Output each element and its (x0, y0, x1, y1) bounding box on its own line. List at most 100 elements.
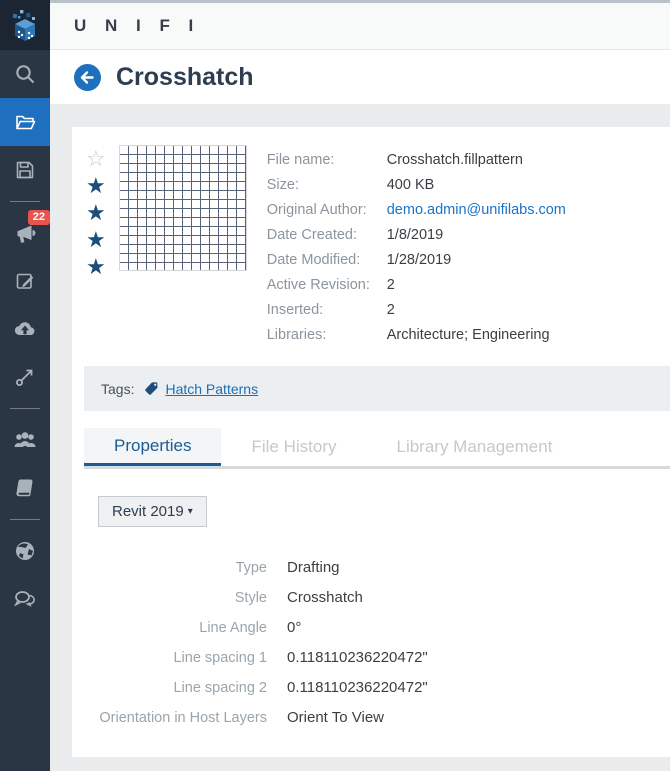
chevron-down-icon: ▾ (187, 506, 193, 517)
file-summary: ☆ ★ ★ ★ ★ File name: Crosshatch.fillpatt… (72, 139, 670, 348)
detail-row: Inserted: 2 (267, 298, 566, 323)
star-icon[interactable]: ★ (86, 226, 106, 253)
detail-label: Date Created: (266, 227, 358, 243)
tab-properties[interactable]: Properties (84, 428, 222, 466)
notification-badge: 22 (27, 210, 50, 225)
property-value: 0.118110236220472" (287, 679, 428, 696)
sidebar-item-cloud-upload[interactable] (0, 305, 50, 353)
unifi-logo[interactable] (0, 0, 50, 50)
sidebar-item-library[interactable] (0, 464, 50, 512)
sidebar-divider (10, 519, 40, 520)
page-title: Crosshatch (116, 62, 254, 91)
fill-pattern-preview (118, 145, 247, 271)
tags-row: Tags: Hatch Patterns (84, 366, 670, 411)
version-selector-row: Revit 2019 ▾ (72, 469, 670, 527)
sidebar-item-share[interactable] (0, 353, 50, 401)
detail-label: Original Author: (266, 202, 367, 218)
detail-row: Libraries: Architecture; Engineering (267, 323, 566, 348)
detail-row: Date Modified: 1/28/2019 (267, 248, 566, 273)
share-link-icon (16, 369, 33, 386)
users-icon (14, 432, 36, 447)
property-label: Type (235, 560, 267, 576)
sidebar-item-users[interactable] (0, 416, 50, 464)
detail-row: File name: Crosshatch.fillpattern (267, 148, 566, 173)
back-arrow-icon (80, 70, 94, 84)
properties-list: Type Drafting Style Crosshatch Line Angl… (72, 553, 670, 733)
sidebar: 22 (0, 0, 50, 771)
rating-stars: ☆ ★ ★ ★ ★ (86, 145, 106, 348)
property-row: Type Drafting (72, 553, 670, 583)
chat-icon (13, 591, 35, 607)
property-value: Orient To View (287, 709, 384, 726)
detail-value: 1/8/2019 (386, 227, 444, 243)
property-label: Line spacing 2 (173, 680, 267, 696)
author-email-link[interactable]: demo.admin@unifilabs.com (387, 198, 566, 223)
sidebar-item-chat[interactable] (0, 575, 50, 623)
detail-value: 1/28/2019 (386, 252, 452, 268)
sidebar-item-save[interactable] (0, 146, 50, 194)
brand-title: U N I F I (74, 16, 201, 35)
star-icon[interactable]: ★ (86, 172, 106, 199)
detail-label: Libraries: (266, 327, 327, 343)
property-value: 0.118110236220472" (287, 649, 428, 666)
book-icon (16, 479, 33, 497)
property-row: Orientation in Host Layers Orient To Vie… (72, 703, 670, 733)
property-label: Line spacing 1 (173, 650, 267, 666)
page-body: ☆ ★ ★ ★ ★ File name: Crosshatch.fillpatt… (50, 104, 670, 771)
detail-value: 400 KB (386, 177, 435, 193)
globe-icon (16, 542, 34, 560)
property-row: Line spacing 1 0.118110236220472" (72, 643, 670, 673)
property-label: Style (234, 590, 267, 606)
revit-version-label: Revit 2019 (112, 503, 184, 520)
star-icon[interactable]: ★ (86, 253, 106, 280)
app-window: 22 U N I F I Crosshatch ☆ ★ ★ ★ ★ File n… (0, 0, 670, 771)
revit-version-dropdown[interactable]: Revit 2019 ▾ (98, 496, 207, 527)
detail-value: 2 (386, 277, 395, 293)
detail-label: Inserted: (266, 302, 324, 318)
star-icon[interactable]: ★ (86, 199, 106, 226)
sidebar-divider (10, 408, 40, 409)
title-bar: Crosshatch (50, 50, 670, 104)
detail-label: Active Revision: (266, 277, 370, 293)
tag-link-hatch-patterns[interactable]: Hatch Patterns (165, 381, 258, 397)
tags-label: Tags: (101, 380, 135, 397)
sidebar-item-web[interactable] (0, 527, 50, 575)
detail-value: 2 (386, 302, 395, 318)
property-label: Line Angle (199, 620, 267, 636)
tab-library-management[interactable]: Library Management (367, 428, 583, 466)
property-value: Drafting (287, 559, 340, 576)
sidebar-divider (10, 201, 40, 202)
sidebar-item-edit[interactable] (0, 257, 50, 305)
unifi-logo-icon (12, 10, 35, 41)
detail-value: Crosshatch.fillpattern (386, 152, 523, 168)
sidebar-item-search[interactable] (0, 50, 50, 98)
detail-label: Size: (266, 177, 299, 193)
detail-value: Architecture; Engineering (386, 327, 550, 343)
tab-file-history[interactable]: File History (221, 428, 366, 466)
sidebar-item-announcements[interactable]: 22 (0, 209, 50, 257)
sidebar-item-browse[interactable] (0, 98, 50, 146)
cloud-upload-icon (14, 322, 35, 336)
property-value: 0° (287, 619, 302, 636)
main-area: U N I F I Crosshatch ☆ ★ ★ ★ ★ File name… (50, 0, 670, 771)
search-icon (16, 65, 35, 84)
folder-open-icon (15, 115, 35, 129)
detail-row: Original Author: demo.admin@unifilabs.co… (267, 198, 566, 223)
detail-row: Size: 400 KB (267, 173, 566, 198)
file-detail-card: ☆ ★ ★ ★ ★ File name: Crosshatch.fillpatt… (72, 127, 670, 757)
property-label: Orientation in Host Layers (99, 710, 267, 726)
detail-label: File name: (266, 152, 335, 168)
detail-row: Date Created: 1/8/2019 (267, 223, 566, 248)
property-row: Style Crosshatch (72, 583, 670, 613)
detail-label: Date Modified: (266, 252, 361, 268)
tag-icon (144, 381, 159, 396)
property-row: Line spacing 2 0.118110236220472" (72, 673, 670, 703)
property-row: Line Angle 0° (72, 613, 670, 643)
detail-row: Active Revision: 2 (267, 273, 566, 298)
file-details: File name: Crosshatch.fillpattern Size: … (267, 145, 566, 348)
star-icon[interactable]: ☆ (86, 145, 106, 172)
app-header: U N I F I (50, 0, 670, 50)
property-value: Crosshatch (287, 589, 363, 606)
back-button[interactable] (74, 63, 101, 91)
tab-bar: Properties File History Library Manageme… (84, 428, 670, 469)
